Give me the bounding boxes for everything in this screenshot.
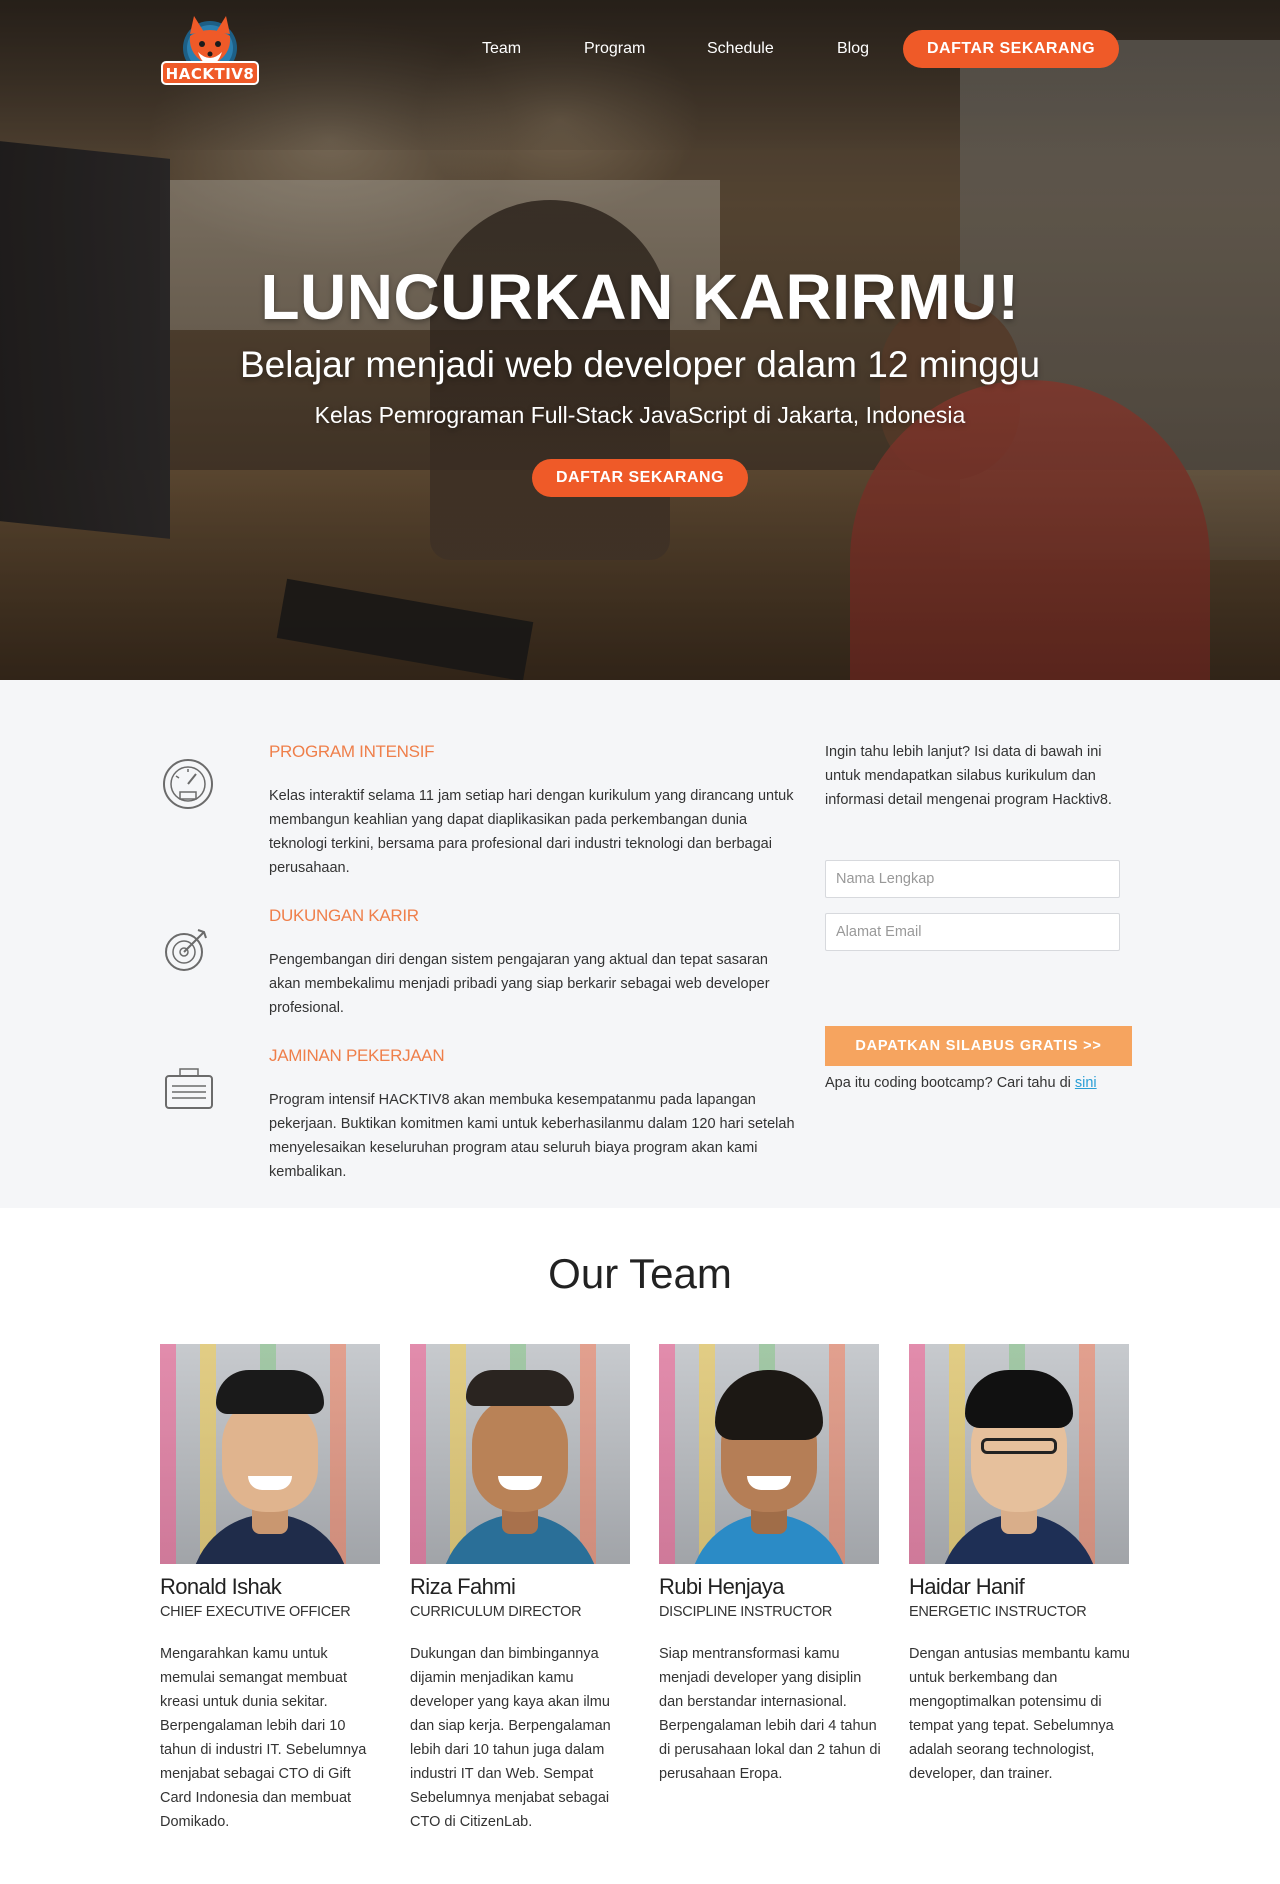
feature-description: Program intensif HACKTIV8 akan membuka k… [269,1092,795,1180]
bootcamp-info-label: Apa itu coding bootcamp? Cari tahu di [825,1075,1075,1091]
team-member-name: Rubi Henjaya [659,1574,784,1599]
bootcamp-info-link[interactable]: sini [1075,1075,1097,1091]
team-member-name: Ronald Ishak [160,1574,282,1599]
get-syllabus-button[interactable]: DAPATKAN SILABUS GRATIS >> [825,1026,1132,1066]
feature-title: JAMINAN PEKERJAAN [269,1046,445,1065]
hero-register-button[interactable]: DAFTAR SEKARANG [532,459,748,497]
nav-item-team[interactable]: Team [482,40,521,58]
speedometer-icon [163,759,213,809]
feature-title: PROGRAM INTENSIF [269,742,435,761]
feature-description: Pengembangan diri dengan sistem pengajar… [269,952,770,1016]
bootcamp-info-text: Apa itu coding bootcamp? Cari tahu di si… [825,1075,1097,1091]
hero-title: LUNCURKAN KARIRMU! [260,261,1020,333]
team-member-bio: Dukungan dan bimbingannya dijamin menjad… [410,1646,611,1830]
team-member-name: Haidar Hanif [909,1574,1025,1599]
features-section: PROGRAM INTENSIF Kelas interaktif selama… [0,680,1280,1208]
syllabus-form: Ingin tahu lebih lanjut? Isi data di baw… [825,740,1132,1091]
hero-subtitle: Belajar menjadi web developer dalam 12 m… [239,344,1041,385]
feature-title: DUKUNGAN KARIR [269,906,419,925]
hero-tagline: Kelas Pemrograman Full-Stack JavaScript … [314,402,966,428]
briefcase-icon [165,1068,213,1109]
main-nav: Team Program Schedule Blog DAFTAR SEKARA… [0,30,1280,70]
team-section-title: Our Team [548,1250,732,1297]
team-member-role: CURRICULUM DIRECTOR [410,1604,582,1620]
team-member-bio: Siap mentransformasi kamu menjadi develo… [659,1646,881,1782]
team-member-bio: Mengarahkan kamu untuk memulai semangat … [160,1646,367,1830]
hero-section: HACKTIV8 Team Program Schedule Blog DAFT… [0,0,1280,680]
team-member-role: DISCIPLINE INSTRUCTOR [659,1604,833,1620]
nav-item-program[interactable]: Program [584,40,645,58]
team-member-role: CHIEF EXECUTIVE OFFICER [160,1604,351,1620]
team-member-role: ENERGETIC INSTRUCTOR [909,1604,1087,1620]
nav-item-schedule[interactable]: Schedule [707,40,774,58]
full-name-input[interactable]: Nama Lengkap [825,860,1120,898]
team-member-photo [909,1344,1129,1564]
team-member-bio: Dengan antusias membantu kamu untuk berk… [909,1646,1130,1782]
team-member-name: Riza Fahmi [410,1574,516,1599]
nav-register-button[interactable]: DAFTAR SEKARANG [903,30,1119,68]
team-member-photo [410,1344,630,1564]
hero-overlay [0,0,1280,680]
feature-description: Kelas interaktif selama 11 jam setiap ha… [269,788,794,876]
email-input[interactable]: Alamat Email [825,913,1120,951]
team-member-photo [160,1344,380,1564]
team-member-photo [659,1344,879,1564]
form-intro-text: Ingin tahu lebih lanjut? Isi data di baw… [825,744,1112,808]
target-icon [165,929,207,971]
nav-item-blog[interactable]: Blog [837,40,869,58]
